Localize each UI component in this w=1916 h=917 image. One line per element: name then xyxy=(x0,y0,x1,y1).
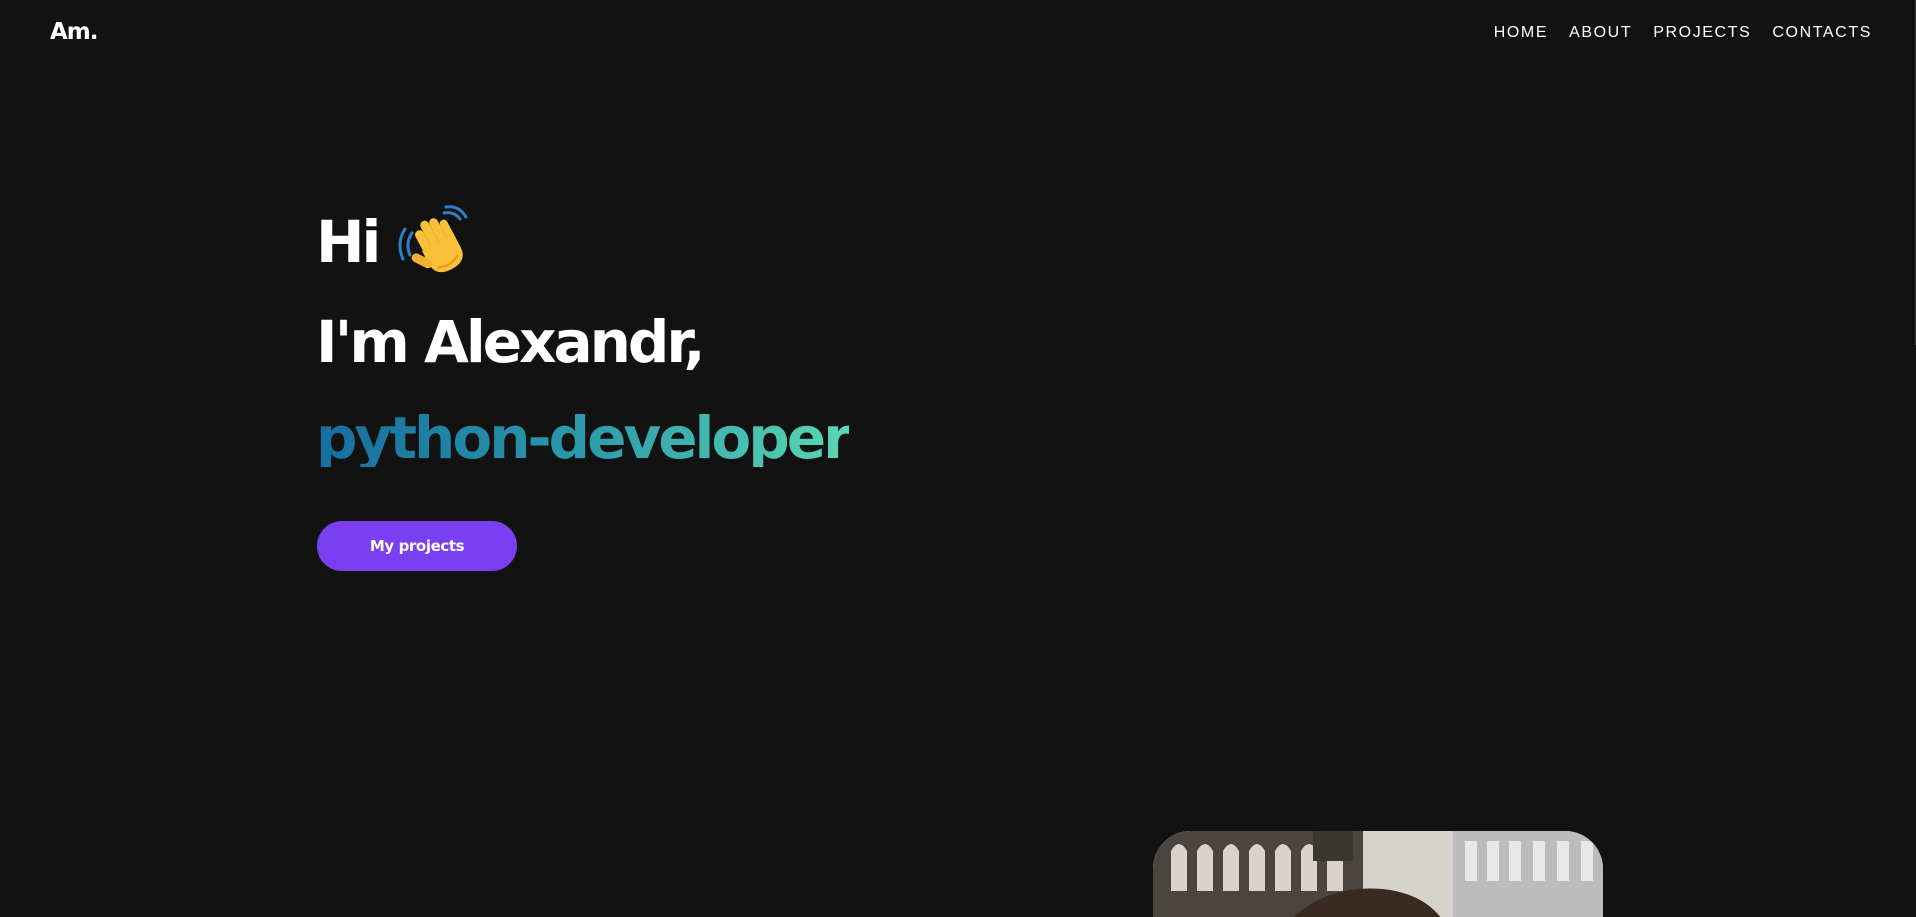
nav-projects-link[interactable]: PROJECTS xyxy=(1653,24,1751,42)
main-nav: HOME ABOUT PROJECTS CONTACTS xyxy=(1494,24,1872,42)
nav-about-link[interactable]: ABOUT xyxy=(1569,24,1632,42)
hero-role-text: python-developer xyxy=(316,404,852,472)
hero: Hi I'm Alexandr, python-developer xyxy=(316,200,852,482)
hero-greeting: Hi xyxy=(316,208,381,276)
my-projects-button[interactable]: My projects xyxy=(317,521,517,571)
waving-hand-icon xyxy=(398,205,470,279)
nav-contacts-link[interactable]: CONTACTS xyxy=(1772,24,1872,42)
hero-intro: I'm Alexandr, xyxy=(316,308,706,376)
nav-home-link[interactable]: HOME xyxy=(1494,24,1548,42)
hero-greeting-line: Hi xyxy=(316,200,849,284)
profile-photo xyxy=(1153,831,1603,917)
hero-role: python-developer xyxy=(316,394,852,482)
logo[interactable]: Am. xyxy=(50,19,99,45)
